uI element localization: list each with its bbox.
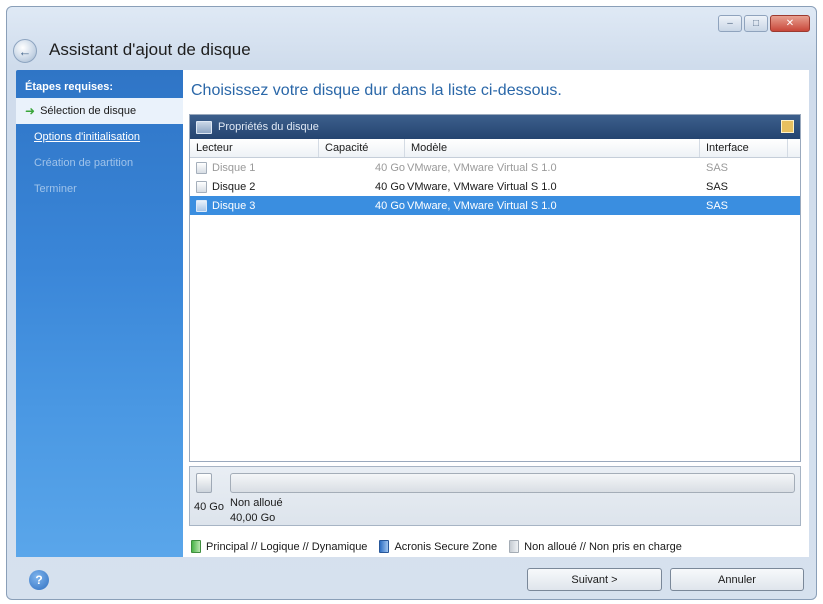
- back-arrow-icon: ←: [18, 43, 32, 59]
- unallocated-swatch-icon: [509, 540, 520, 553]
- unallocated-size: 40,00 Go: [230, 512, 276, 524]
- cell-drive: Disque 2: [190, 177, 319, 196]
- cell-capacity: 40 Go: [375, 161, 405, 174]
- window-title: Assistant d'ajout de disque: [49, 40, 251, 59]
- toolbar-options-icon[interactable]: [781, 120, 794, 133]
- disk-list-toolbar: Propriétés du disque: [190, 115, 800, 139]
- disk-icon: [196, 161, 207, 174]
- legend-label: Non alloué // Non pris en charge: [524, 540, 682, 553]
- column-header-model[interactable]: Modèle: [405, 139, 700, 157]
- unallocated-title: Non alloué: [230, 497, 283, 509]
- disk-list: Propriétés du disque Lecteur Capacité Mo…: [189, 114, 801, 462]
- cell-model: VMware, VMware Virtual S 1.0: [407, 161, 557, 174]
- cell-interface: SAS: [706, 199, 729, 212]
- cell-model: VMware, VMware Virtual S 1.0: [407, 199, 557, 212]
- wizard-footer: ? Suivant > Annuler: [7, 558, 816, 599]
- sidebar-item-partition-creation: Création de partition: [34, 157, 134, 169]
- legend-label: Acronis Secure Zone: [394, 540, 498, 553]
- primary-swatch-icon: [191, 540, 201, 553]
- cell-drive: Disque 3: [190, 196, 319, 215]
- legend-label: Principal // Logique // Dynamique: [206, 540, 368, 553]
- page-title: Choisissez votre disque dur dans la list…: [191, 82, 562, 99]
- close-icon[interactable]: ✕: [770, 15, 810, 32]
- cell-model: VMware, VMware Virtual S 1.0: [407, 180, 557, 193]
- steps-heading: Étapes requises:: [25, 81, 114, 93]
- sidebar-item-disk-selection[interactable]: ➜ Sélection de disque: [16, 98, 183, 124]
- column-header-drive[interactable]: Lecteur: [190, 139, 319, 157]
- table-row[interactable]: Disque 2 40 Go VMware, VMware Virtual S …: [190, 177, 800, 196]
- column-header-capacity[interactable]: Capacité: [319, 139, 405, 157]
- disk-size-label: 40 Go: [194, 501, 224, 513]
- table-row-selected[interactable]: Disque 3 40 Go VMware, VMware Virtual S …: [190, 196, 800, 215]
- partition-legend: Principal // Logique // Dynamique Acroni…: [191, 540, 694, 553]
- legend-item-secure-zone: Acronis Secure Zone: [379, 540, 497, 553]
- legend-item-unallocated: Non alloué // Non pris en charge: [509, 540, 682, 553]
- sidebar-item-finish: Terminer: [34, 183, 77, 195]
- main-content: Choisissez votre disque dur dans la list…: [183, 70, 809, 557]
- disk-properties-button[interactable]: Propriétés du disque: [218, 121, 319, 133]
- legend-item-primary: Principal // Logique // Dynamique: [191, 540, 367, 553]
- disk-layout-panel: 40 Go Non alloué 40,00 Go: [189, 466, 801, 526]
- sidebar-item-label: Sélection de disque: [40, 105, 137, 117]
- cell-capacity: 40 Go: [375, 180, 405, 193]
- arrow-right-icon: ➜: [25, 104, 36, 118]
- minimize-icon[interactable]: –: [718, 15, 742, 32]
- next-button[interactable]: Suivant >: [527, 568, 662, 591]
- disk-properties-icon[interactable]: [196, 120, 212, 134]
- window-controls: – □ ✕: [718, 15, 810, 32]
- cell-capacity: 40 Go: [375, 199, 405, 212]
- disk-list-header: Lecteur Capacité Modèle Interface: [190, 139, 800, 158]
- help-icon[interactable]: ?: [29, 570, 49, 590]
- disk-icon: [196, 199, 207, 212]
- drive-name: Disque 3: [212, 199, 256, 212]
- column-header-filler: [788, 139, 800, 157]
- unallocated-space-bar[interactable]: [230, 473, 795, 493]
- column-header-interface[interactable]: Interface: [700, 139, 788, 157]
- disk-icon: [196, 180, 207, 193]
- cell-interface: SAS: [706, 180, 729, 193]
- unallocated-label: Non alloué 40,00 Go: [230, 496, 283, 526]
- wizard-window: ← Assistant d'ajout de disque – □ ✕ Étap…: [6, 6, 817, 600]
- hard-disk-icon: [196, 473, 212, 493]
- title-bar: ← Assistant d'ajout de disque – □ ✕: [7, 7, 816, 67]
- cell-interface: SAS: [706, 161, 729, 174]
- table-row[interactable]: Disque 1 40 Go VMware, VMware Virtual S …: [190, 158, 800, 177]
- maximize-icon[interactable]: □: [744, 15, 768, 32]
- drive-name: Disque 1: [212, 161, 256, 174]
- sidebar-item-init-options[interactable]: Options d'initialisation: [16, 124, 183, 150]
- cell-drive: Disque 1: [190, 158, 319, 177]
- steps-sidebar: Étapes requises: ➜ Sélection de disque O…: [16, 70, 183, 557]
- back-button[interactable]: ←: [13, 39, 37, 63]
- secure-zone-swatch-icon: [379, 540, 390, 553]
- drive-name: Disque 2: [212, 180, 256, 193]
- cancel-button[interactable]: Annuler: [670, 568, 804, 591]
